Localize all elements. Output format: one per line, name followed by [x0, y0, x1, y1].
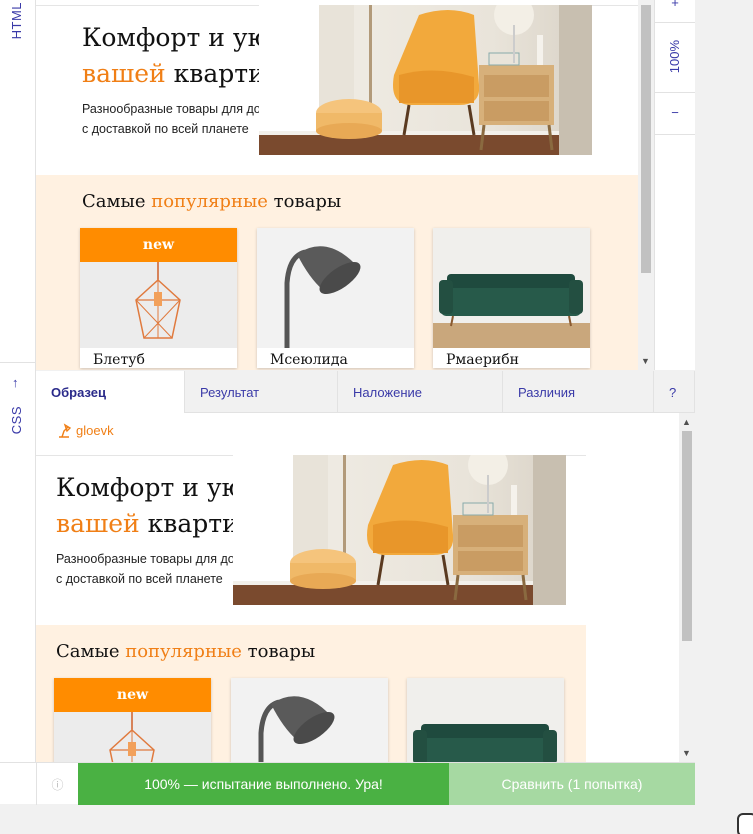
hero-subtitle: Разнообразные товары для дома с доставко… [82, 99, 276, 139]
product-card[interactable]: Мсеюлида [257, 228, 414, 368]
info-icon[interactable]: ⓘ [36, 763, 78, 805]
scrollbar-thumb[interactable] [682, 431, 692, 641]
tab-sample[interactable]: Образец [36, 371, 185, 413]
product-card[interactable]: Мсеюлида [231, 678, 388, 762]
editor-rail: HTML ↑ CSS [0, 0, 36, 762]
sample-preview: Комфорт и уют в вашей квартире Разнообра… [36, 0, 638, 370]
html-tab[interactable]: HTML [9, 2, 24, 39]
hero-subtitle: Разнообразные товары для дома с доставко… [56, 549, 250, 589]
product-name: Мсеюлида [270, 352, 348, 368]
hero-title-accent: вашей [56, 509, 140, 538]
result-scrollbar[interactable]: ▲ ▼ [679, 413, 695, 762]
scroll-up-icon[interactable]: ▲ [682, 417, 691, 427]
zoom-in-button[interactable]: + [655, 0, 695, 10]
hero-subtitle-line2: с доставкой по всей планете [82, 122, 249, 136]
view-tabs: Образец Результат Наложение Различия ? [36, 371, 695, 413]
popular-section: Самые популярные товары new Блетуб [36, 625, 586, 762]
result-preview: gloevk Комфорт и уют в вашей квартире Ра… [36, 413, 679, 762]
help-button[interactable]: ? [654, 371, 695, 413]
popular-title-after: товары [241, 641, 316, 662]
tab-diff[interactable]: Различия [503, 371, 654, 413]
armchair-scene-icon [233, 455, 566, 605]
new-badge: new [80, 228, 237, 262]
lamp-icon [59, 423, 72, 438]
product-name: Рмаерибн [446, 352, 519, 368]
product-card[interactable]: Рмаерибн [433, 228, 590, 368]
status-bar: ⓘ 100% — испытание выполнено. Ура! Сравн… [0, 762, 695, 805]
tab-overlay[interactable]: Наложение [338, 371, 503, 413]
zoom-divider [655, 22, 695, 23]
zoom-value: 100% [667, 40, 682, 74]
tab-result[interactable]: Результат [185, 371, 338, 413]
scroll-down-icon[interactable]: ▼ [641, 356, 650, 366]
result-banner: 100% — испытание выполнено. Ура! [78, 763, 449, 805]
hero-subtitle-line1: Разнообразные товары для дома [56, 552, 251, 566]
sample-scrollbar[interactable]: ▼ [638, 0, 654, 370]
hero-subtitle-line1: Разнообразные товары для дома [82, 102, 277, 116]
zoom-panel: + 100% − [654, 0, 695, 370]
product-card[interactable]: new Блетуб [80, 228, 237, 368]
popular-title-before: Самые [56, 641, 126, 662]
popular-title-before: Самые [82, 191, 152, 212]
popular-title-accent: популярные [125, 641, 242, 662]
hero-image [233, 455, 566, 605]
scrollbar-thumb[interactable] [641, 5, 651, 273]
sofa-icon [433, 228, 590, 348]
compare-button[interactable]: Сравнить (1 попытка) [449, 763, 695, 805]
editor-window: HTML ↑ CSS Комфорт и уют в вашей квартир… [0, 0, 753, 834]
popular-title-after: товары [267, 191, 342, 212]
corner-widget[interactable] [737, 813, 753, 834]
popular-title-accent: популярные [151, 191, 268, 212]
popular-title: Самые популярные товары [56, 641, 315, 662]
zoom-divider [655, 134, 695, 135]
zoom-divider [655, 92, 695, 93]
floor-lamp-icon [231, 678, 388, 762]
rail-divider [0, 362, 36, 363]
sofa-icon [407, 678, 564, 762]
logo-text: gloevk [76, 422, 114, 438]
arrow-up-icon[interactable]: ↑ [12, 375, 19, 390]
hero-title-accent: вашей [82, 59, 166, 88]
site-logo[interactable]: gloevk [56, 422, 114, 438]
popular-section: Самые популярные товары new Блетуб [36, 175, 638, 370]
product-name: Блетуб [93, 352, 145, 368]
popular-title: Самые популярные товары [82, 191, 341, 212]
floor-lamp-icon [257, 228, 414, 348]
armchair-scene-icon [259, 5, 592, 155]
hero-subtitle-line2: с доставкой по всей планете [56, 572, 223, 586]
product-card[interactable]: Рмаерибн [407, 678, 564, 762]
scroll-down-icon[interactable]: ▼ [682, 748, 691, 758]
css-tab[interactable]: CSS [9, 406, 24, 434]
product-card[interactable]: new Блетуб [54, 678, 211, 762]
zoom-out-button[interactable]: − [655, 105, 695, 120]
hero-image [259, 5, 592, 155]
new-badge: new [54, 678, 211, 712]
